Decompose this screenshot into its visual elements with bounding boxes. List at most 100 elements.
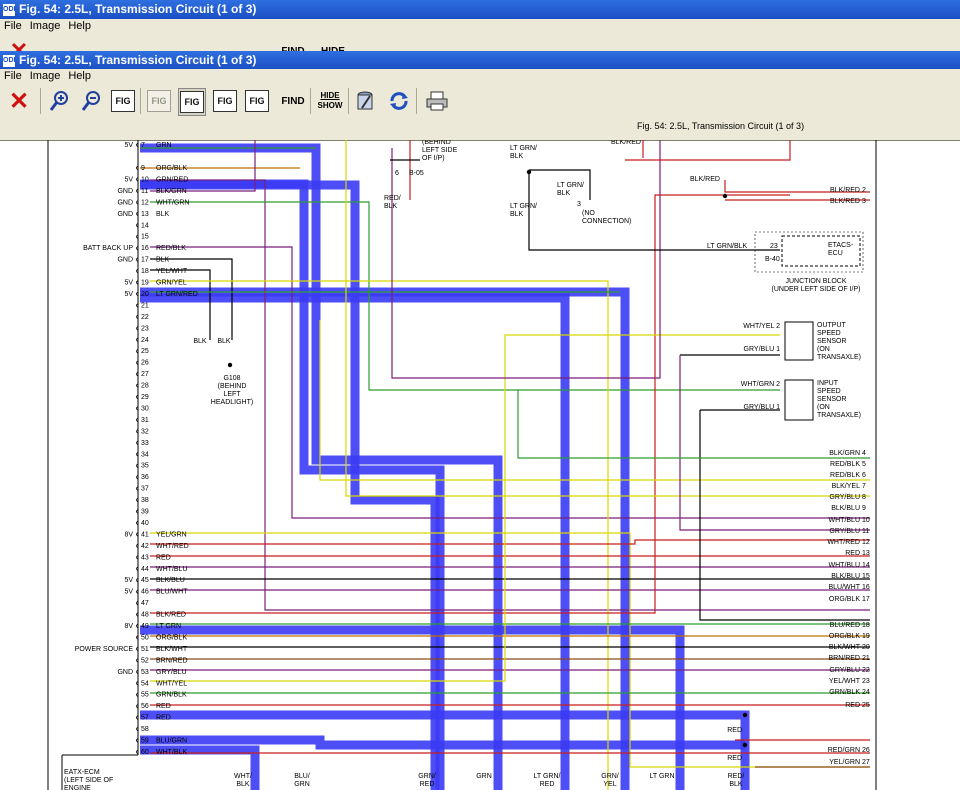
lt-grn-blk-label: LT GRN/ [557, 182, 584, 189]
right-pin-number: 17 [862, 596, 870, 603]
input-speed-sensor-icon [784, 379, 814, 421]
connector-pin-number: 53 [141, 669, 149, 676]
right-wire-label: GRY/BLU [829, 494, 860, 501]
connector-wire-label: GRN [156, 142, 172, 149]
blk-red-label: BLK/RED [690, 176, 720, 183]
connector-pin-number: 48 [141, 612, 149, 619]
right-wire-label: BLK/RED [830, 187, 860, 194]
right-pin-number: 27 [862, 759, 870, 766]
right-pin-number: 2 [862, 187, 866, 194]
print-icon[interactable] [424, 88, 450, 114]
previous-figure-icon[interactable]: FIG [212, 88, 238, 114]
connector-pin-number: 36 [141, 474, 149, 481]
connector-pin-number: 51 [141, 646, 149, 653]
connector-wire-label: YEL/GRN [156, 531, 187, 538]
lt-grn-blk-label: LT GRN/BLK [707, 243, 748, 250]
refresh-icon[interactable] [386, 88, 412, 114]
highlighted-wire [140, 735, 745, 750]
connector-volt-label: GND [117, 188, 133, 195]
connector-volt-label: 5V [124, 176, 133, 183]
junction-block-label: (UNDER LEFT SIDE OF I/P) [772, 286, 861, 293]
back-window-titlebar[interactable]: ODI Fig. 54: 2.5L, Transmission Circuit (… [0, 0, 960, 19]
hide-show-button[interactable]: HIDE SHOW [316, 88, 344, 114]
connector-pin-number: 34 [141, 451, 149, 458]
highlighted-wire [140, 180, 440, 790]
connector-pin-number: 60 [141, 749, 149, 756]
lt-grn-blk-label: BLK [510, 153, 524, 160]
connector-volt-label: POWER SOURCE [75, 646, 134, 653]
menu-help[interactable]: Help [64, 69, 95, 84]
right-pin-number: 9 [862, 505, 866, 512]
connector-pin-number: 12 [141, 199, 149, 206]
notes-icon[interactable] [352, 88, 378, 114]
zoom-out-icon[interactable] [78, 88, 104, 114]
connector-pin-number: 25 [141, 348, 149, 355]
no-connection-label: CONNECTION) [582, 218, 631, 225]
right-pin-number: 21 [862, 655, 870, 662]
bottom-wire-label: RED [540, 781, 555, 788]
connector-pin-number: 22 [141, 314, 149, 321]
figure-hand-icon[interactable]: FIG [178, 88, 206, 116]
find-button[interactable]: FIND [280, 88, 306, 114]
right-pin-number: 19 [862, 633, 870, 640]
close-icon[interactable]: ✕ [6, 88, 32, 115]
bottom-wire-label: GRN [476, 773, 492, 780]
right-wire-label: BLK/BLU [831, 573, 860, 580]
right-wire-label: BLK/RED [830, 198, 860, 205]
menu-image[interactable]: Image [26, 69, 65, 84]
wiring-diagram: 7 GRN5V9 ORG/BLK10 GRN/RED5V11 BLK/GRNGND12 W… [0, 140, 960, 790]
right-wire-label: ORG/BLK [829, 633, 860, 640]
connector-pin-number: 55 [141, 692, 149, 699]
connector-pin-number: 9 [141, 165, 145, 172]
connector-pin-number: 38 [141, 497, 149, 504]
right-wire-label: WHT/BLU [829, 562, 861, 569]
connector-volt-label: 8V [124, 531, 133, 538]
right-pin-number: 24 [862, 689, 870, 696]
red-blk-label: BLK [384, 203, 398, 210]
wire [391, 140, 661, 379]
right-pin-number: 14 [862, 562, 870, 569]
back-window-title: Fig. 54: 2.5L, Transmission Circuit (1 o… [19, 2, 257, 16]
connector-wire-label: BLK [156, 257, 170, 264]
ground-g108-label: LEFT [223, 391, 241, 398]
right-wire-label: YEL/GRN [829, 759, 860, 766]
right-wire-label: YEL/WHT [829, 678, 861, 685]
menu-file[interactable]: File [0, 69, 26, 84]
right-wire-label: BLU/WHT [829, 584, 861, 591]
connector-wire-label: BLK/RED [156, 612, 186, 619]
right-wire-label: WHT/BLU [829, 517, 861, 524]
connector-pin-number: 23 [141, 325, 149, 332]
zoom-in-icon[interactable] [46, 88, 72, 114]
junction-dot [722, 193, 728, 199]
output-sensor-label: SPEED [817, 330, 841, 337]
next-figure-icon[interactable]: FIG [244, 88, 270, 114]
window-titlebar[interactable]: ODI Fig. 54: 2.5L, Transmission Circuit (… [0, 51, 960, 70]
connector-pin-number: 59 [141, 738, 149, 745]
connector-wire-label: BRN/RED [156, 657, 188, 664]
connector-wire-label: ORG/BLK [156, 165, 187, 172]
fit-figure-icon[interactable]: FIG [110, 88, 136, 114]
connector-pin-number: 46 [141, 589, 149, 596]
right-wire-label: GRY/BLU [829, 667, 860, 674]
output-sensor-label: (ON [817, 346, 830, 353]
connector-volt-label: 5V [124, 291, 133, 298]
eatx-ecm-label: (LEFT SIDE OF [64, 777, 113, 784]
right-wire-label: BLK/GRN [829, 450, 860, 457]
bottom-wire-label: WHT/ [234, 773, 252, 780]
input-sensor-label: INPUT [817, 380, 839, 387]
highlighted-wire [140, 625, 685, 790]
connector-pin-number: 11 [141, 188, 148, 195]
menu-image-back[interactable]: Image [26, 19, 65, 34]
right-pin-number: 15 [862, 573, 870, 580]
right-wire-label: BLK/WHT [829, 644, 861, 651]
menu-help-back[interactable]: Help [64, 19, 95, 34]
connector-volt-label: GND [117, 669, 133, 676]
right-wire-label: BRN/RED [828, 655, 860, 662]
menu-file-back[interactable]: File [0, 19, 26, 34]
connector-pin-number: 42 [141, 543, 149, 550]
ground-g108-label: HEADLIGHT) [211, 399, 253, 406]
connector-wire-label: BLU/GRN [156, 738, 187, 745]
connector-pin-number: 33 [141, 440, 149, 447]
right-pin-number: 6 [862, 472, 866, 479]
etacs-ecu-box [781, 235, 861, 267]
